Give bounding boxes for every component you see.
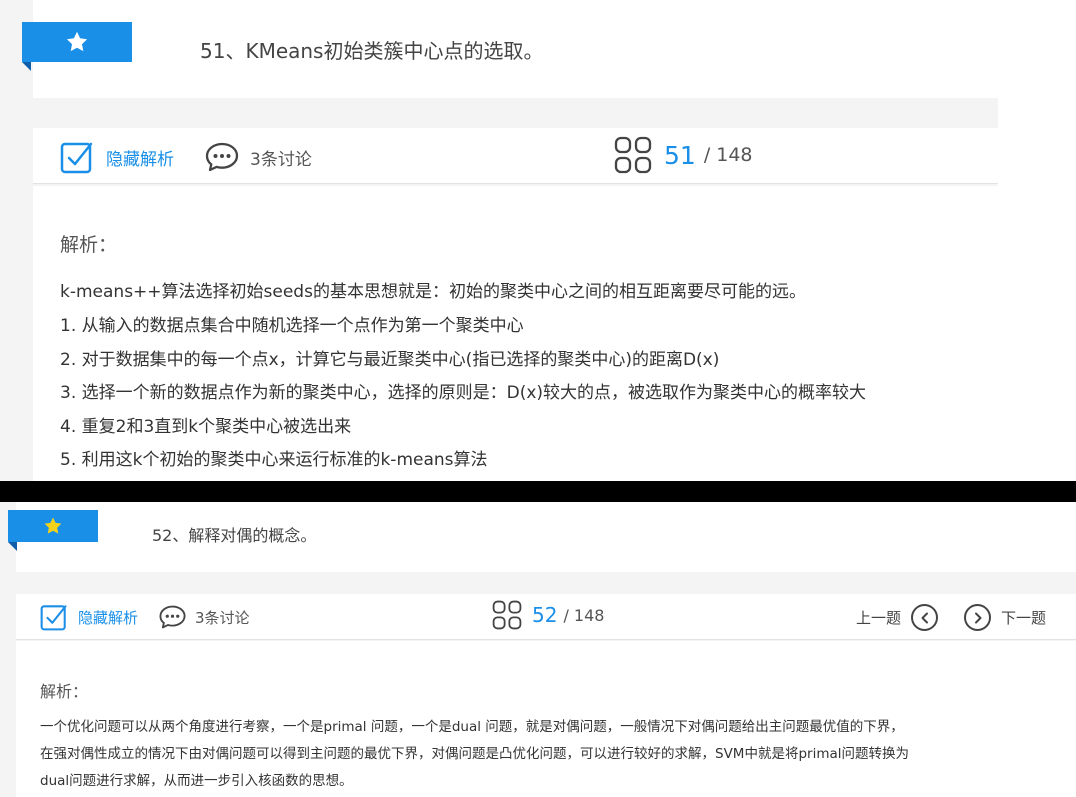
- current-question-number: 51: [664, 140, 696, 170]
- analysis-line: 在强对偶性成立的情况下由对偶问题可以得到主问题的最优下界，对偶问题是凸优化问题，…: [40, 746, 909, 762]
- analysis-line: 4. 重复2和3直到k个聚类中心被选出来: [60, 417, 352, 437]
- question-card-51: 51、KMeans初始类簇中心点的选取。 隐藏解析 3条讨论 51 / 148 …: [0, 0, 998, 481]
- question-pager[interactable]: 52 / 148: [492, 600, 604, 630]
- chat-bubble-icon: [159, 605, 186, 629]
- discussion-label: 3条讨论: [195, 608, 250, 627]
- analysis-line: 2. 对于数据集中的每一个点x，计算它与最近聚类中心(指已选择的聚类中心)的距离…: [60, 350, 720, 370]
- separator-bar: [0, 481, 1076, 502]
- question-title: 51、KMeans初始类簇中心点的选取。: [200, 39, 544, 63]
- checkbox-checked-icon: [40, 605, 67, 631]
- total-questions: / 148: [703, 144, 753, 166]
- star-icon: [44, 517, 62, 534]
- grid-icon: [614, 136, 652, 174]
- hide-analysis-label: 隐藏解析: [78, 608, 139, 627]
- total-questions: / 148: [563, 605, 605, 625]
- favorite-tab[interactable]: [8, 510, 98, 542]
- question-card-52: 52、解释对偶的概念。 隐藏解析 3条讨论 52 / 148 上一题 下一题 解…: [0, 502, 1076, 797]
- next-question-button[interactable]: 下一题: [964, 604, 1046, 631]
- favorite-tab[interactable]: [22, 22, 132, 62]
- question-pager[interactable]: 51 / 148: [614, 136, 753, 174]
- hide-analysis-button[interactable]: 隐藏解析: [40, 603, 138, 631]
- prev-question-button[interactable]: 上一题: [856, 604, 939, 631]
- toolbar: [33, 128, 998, 184]
- analysis-line: 1. 从输入的数据点集合中随机选择一个点作为第一个聚类中心: [60, 316, 524, 336]
- hide-analysis-button[interactable]: 隐藏解析: [60, 140, 174, 174]
- discussion-button[interactable]: 3条讨论: [158, 603, 250, 631]
- grid-icon: [492, 600, 522, 630]
- discussion-label: 3条讨论: [250, 149, 312, 170]
- analysis-heading: 解析：: [60, 234, 118, 256]
- current-question-number: 52: [532, 603, 558, 627]
- chevron-right-icon: [964, 604, 991, 631]
- star-icon: [66, 31, 88, 52]
- analysis-line: 5. 利用这k个初始的聚类中心来运行标准的k-means算法: [60, 450, 488, 470]
- page-margin: [998, 0, 1076, 481]
- hide-analysis-label: 隐藏解析: [106, 149, 174, 170]
- next-question-label: 下一题: [1001, 609, 1047, 627]
- analysis-line: 3. 选择一个新的数据点作为新的聚类中心，选择的原则是：D(x)较大的点，被选取…: [60, 383, 867, 403]
- chat-bubble-icon: [205, 142, 239, 172]
- analysis-line: 一个优化问题可以从两个角度进行考察，一个是primal 问题，一个是dual 问…: [40, 719, 904, 735]
- checkbox-checked-icon: [60, 142, 93, 174]
- analysis-line: dual问题进行求解，从而进一步引入核函数的思想。: [40, 773, 353, 789]
- chevron-left-icon: [911, 604, 939, 631]
- prev-question-label: 上一题: [856, 609, 902, 627]
- discussion-button[interactable]: 3条讨论: [204, 140, 312, 174]
- analysis-heading: 解析：: [40, 682, 89, 701]
- question-title: 52、解释对偶的概念。: [152, 526, 317, 545]
- analysis-line: k-means++算法选择初始seeds的基本思想就是：初始的聚类中心之间的相互…: [60, 282, 806, 302]
